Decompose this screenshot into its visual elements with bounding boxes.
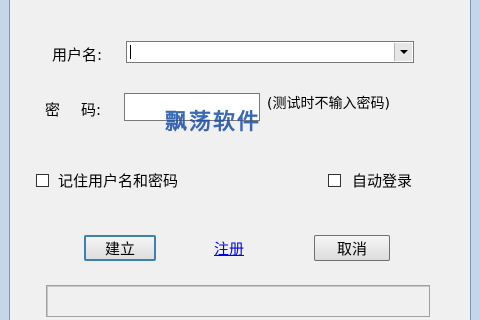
watermark-logo: 飘荡软件 xyxy=(165,110,262,135)
remember-label[interactable]: 记住用户名和密码 xyxy=(58,170,178,191)
register-link[interactable]: 注册 xyxy=(214,238,244,259)
text-caret xyxy=(130,45,131,59)
login-dialog: 用户名: 密 码: (测试时不输入密码) 飘荡软件 记住用户名和密码 自动登录 … xyxy=(10,0,470,320)
password-label-char2: 码: xyxy=(81,101,102,119)
username-combobox[interactable] xyxy=(126,41,414,63)
password-label-char1: 密 xyxy=(45,101,61,119)
chevron-down-icon xyxy=(399,50,408,54)
autologin-checkbox[interactable] xyxy=(328,174,341,187)
status-bar xyxy=(46,285,430,317)
password-hint: (测试时不输入密码) xyxy=(267,96,390,112)
autologin-label[interactable]: 自动登录 xyxy=(352,170,412,191)
create-button[interactable]: 建立 xyxy=(84,235,156,261)
window-left-border xyxy=(0,0,10,320)
remember-checkbox[interactable] xyxy=(36,174,49,187)
cancel-button[interactable]: 取消 xyxy=(314,235,390,261)
dropdown-button[interactable] xyxy=(394,43,412,61)
window-right-border xyxy=(470,0,480,320)
username-label: 用户名: xyxy=(52,46,103,64)
